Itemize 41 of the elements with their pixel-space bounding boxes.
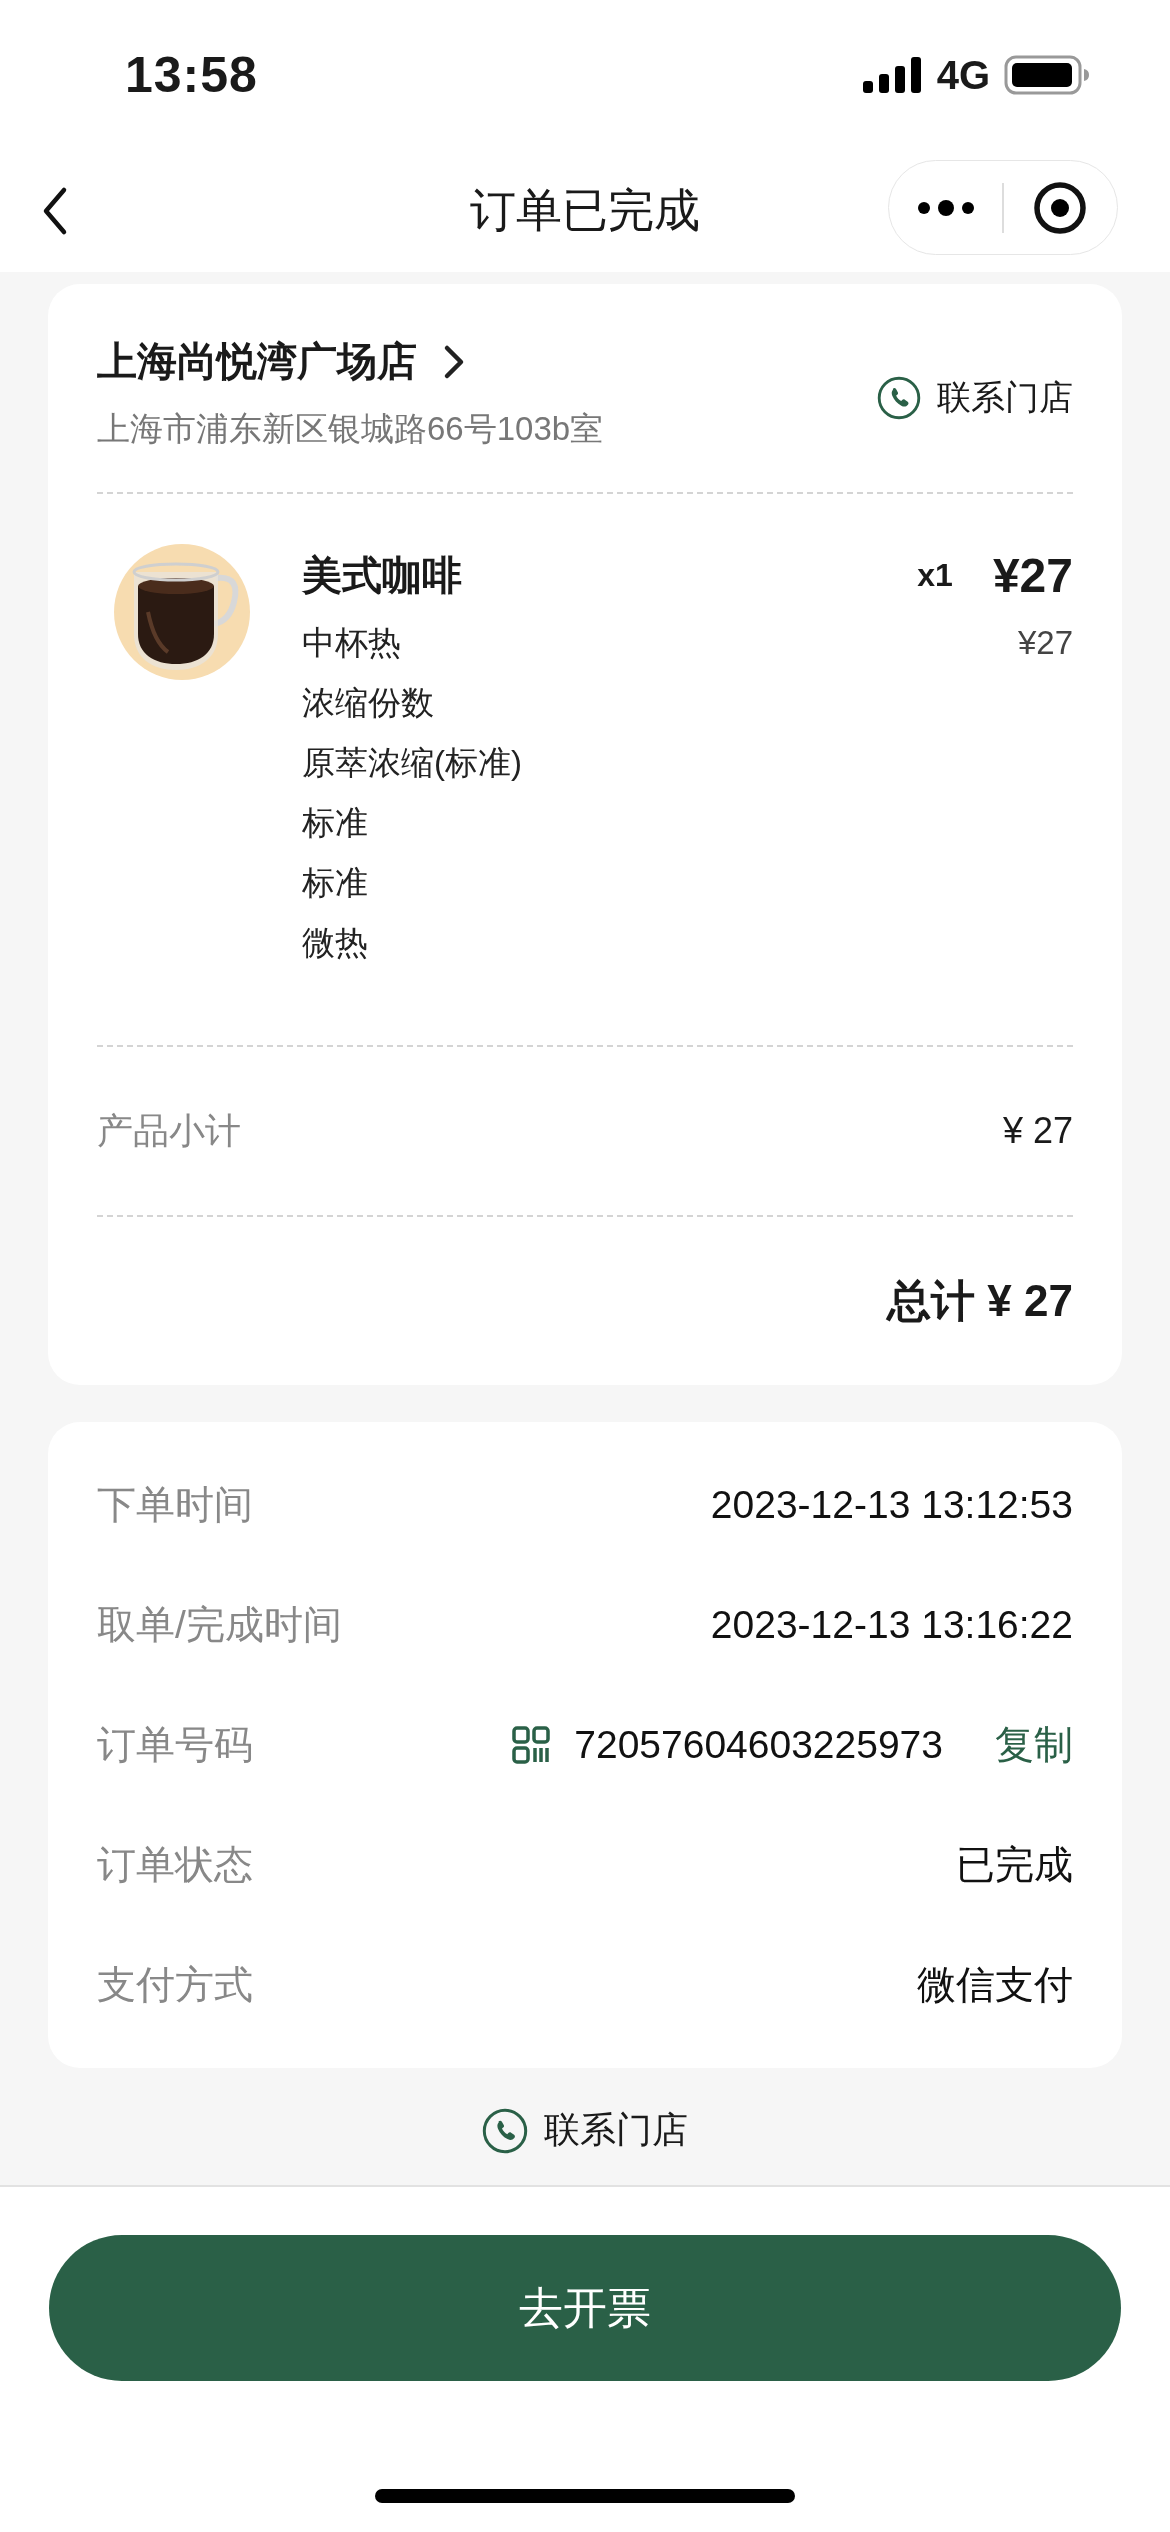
subtotal-value: ¥ 27 bbox=[1002, 1110, 1073, 1152]
product-option: 微热 bbox=[302, 913, 368, 973]
page-title: 订单已完成 bbox=[470, 183, 700, 238]
signal-icon bbox=[862, 57, 923, 93]
total-value: ¥ 27 bbox=[987, 1276, 1073, 1326]
phone-icon bbox=[482, 2107, 528, 2154]
invoice-button[interactable]: 去开票 bbox=[49, 2235, 1121, 2381]
copy-link[interactable]: 复制 bbox=[995, 1718, 1073, 1772]
store-name-link[interactable]: 上海尚悦湾广场店 bbox=[97, 334, 465, 389]
target-icon bbox=[1033, 180, 1088, 235]
phone-icon bbox=[877, 376, 921, 420]
chevron-right-icon bbox=[443, 343, 465, 380]
detail-label: 支付方式 bbox=[97, 1962, 253, 2008]
more-icon bbox=[915, 197, 976, 218]
status-time: 13:58 bbox=[125, 46, 258, 104]
option-price: ¥27 bbox=[1017, 623, 1073, 663]
network-label: 4G bbox=[936, 52, 990, 98]
detail-value: 2023-12-13 13:16:22 bbox=[710, 1603, 1073, 1647]
qr-code-icon bbox=[512, 1726, 551, 1764]
detail-value: 已完成 bbox=[956, 1842, 1073, 1888]
contact-store-link[interactable]: 联系门店 bbox=[482, 2106, 688, 2155]
product-quantity: x1 bbox=[917, 556, 953, 594]
detail-label: 订单号码 bbox=[97, 1722, 253, 1768]
product-option: 标准 bbox=[302, 853, 368, 913]
detail-value: 2023-12-13 13:12:53 bbox=[710, 1483, 1073, 1527]
detail-label: 取单/完成时间 bbox=[97, 1602, 342, 1648]
detail-label: 下单时间 bbox=[97, 1482, 253, 1528]
product-option: 中杯热 bbox=[302, 613, 401, 673]
detail-value: 微信支付 bbox=[917, 1962, 1073, 2008]
total-label: 总计 bbox=[887, 1274, 976, 1327]
battery-icon bbox=[1004, 55, 1090, 95]
contact-store-button[interactable]: 联系门店 bbox=[877, 375, 1073, 421]
product-option: 原萃浓缩(标准) bbox=[302, 733, 522, 793]
product-option: 标准 bbox=[302, 793, 368, 853]
product-name: 美式咖啡 bbox=[302, 551, 463, 599]
detail-label: 订单状态 bbox=[97, 1842, 253, 1888]
order-number: 72057604603225973 bbox=[574, 1723, 943, 1767]
store-address: 上海市浦东新区银城路66号103b室 bbox=[97, 409, 604, 449]
product-price: ¥27 bbox=[992, 547, 1073, 603]
product-option: 浓缩份数 bbox=[302, 673, 434, 733]
subtotal-label: 产品小计 bbox=[97, 1108, 241, 1153]
